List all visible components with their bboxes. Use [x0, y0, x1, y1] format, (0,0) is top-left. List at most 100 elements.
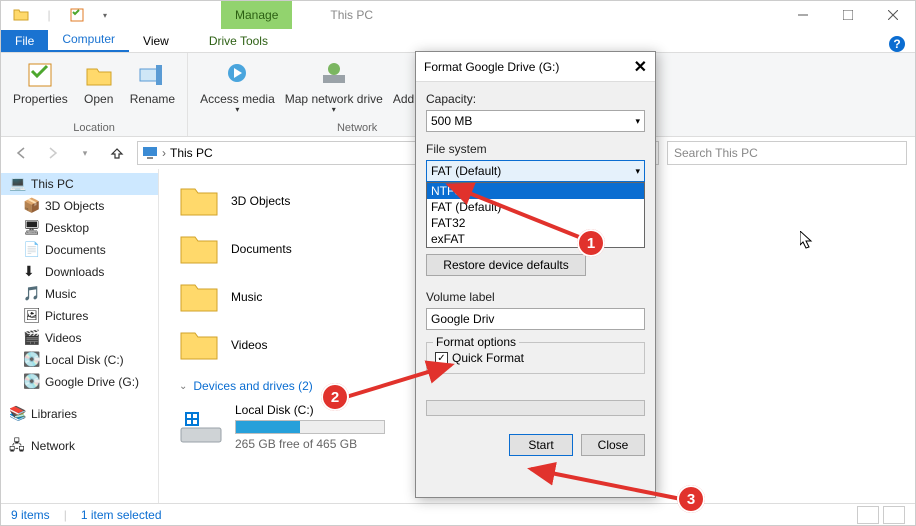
sidebar-item[interactable]: ⬇ Downloads — [1, 261, 158, 283]
close-button-dialog[interactable]: Close — [581, 434, 645, 456]
cursor-icon — [800, 231, 814, 249]
drive-capacity-bar — [235, 420, 385, 434]
annotation-badge-1: 1 — [577, 229, 605, 257]
capacity-label: Capacity: — [426, 92, 645, 106]
sidebar-item-label: Videos — [45, 331, 81, 345]
folder-icon: ⬇ — [23, 264, 39, 280]
sidebar-item[interactable]: 🖥 Desktop — [1, 217, 158, 239]
folder-label: Documents — [231, 242, 292, 256]
filesystem-label: File system — [426, 142, 645, 156]
sidebar-item-label: Libraries — [31, 407, 77, 421]
sidebar-item[interactable]: 💻This PC — [1, 173, 158, 195]
recent-button[interactable]: ▾ — [73, 141, 97, 165]
restore-defaults-button[interactable]: Restore device defaults — [426, 254, 586, 276]
format-options-legend: Format options — [433, 335, 519, 349]
sidebar-item[interactable]: 📦 3D Objects — [1, 195, 158, 217]
ribbon-tabs: File Computer View Drive Tools ? — [1, 29, 915, 53]
folder-icon: 🎵 — [23, 286, 39, 302]
folder-icon: 📦 — [23, 198, 39, 214]
sidebar-item-label: Documents — [45, 243, 106, 257]
filesystem-option[interactable]: FAT32 — [427, 215, 644, 231]
maximize-button[interactable] — [825, 1, 870, 29]
sidebar-item[interactable]: 🎵 Music — [1, 283, 158, 305]
map-network-drive-button[interactable]: Map network drive▾ — [281, 57, 387, 122]
forward-button[interactable] — [41, 141, 65, 165]
sidebar-item-label: Downloads — [45, 265, 104, 279]
folder-icon — [179, 229, 219, 269]
dialog-title: Format Google Drive (G:) — [424, 60, 559, 74]
folder-icon: 📚 — [9, 406, 25, 422]
filesystem-option[interactable]: NTFS — [427, 183, 644, 199]
filesystem-option[interactable]: exFAT — [427, 231, 644, 247]
quick-format-checkbox[interactable]: ✓ Quick Format — [435, 351, 636, 365]
sidebar-item[interactable]: 💽 Local Disk (C:) — [1, 349, 158, 371]
pc-icon — [142, 145, 158, 161]
folder-icon[interactable] — [9, 4, 33, 26]
tab-computer[interactable]: Computer — [48, 28, 129, 52]
folder-icon — [179, 277, 219, 317]
sidebar-item[interactable]: 📄 Documents — [1, 239, 158, 261]
tab-file[interactable]: File — [1, 30, 48, 52]
capacity-select[interactable]: 500 MB▾ — [426, 110, 645, 132]
folder-icon: 🖼 — [23, 308, 39, 324]
dialog-close-button[interactable]: ✕ — [634, 57, 647, 77]
rename-button[interactable]: Rename — [126, 57, 179, 122]
volume-label-input[interactable]: Google Driv — [426, 308, 645, 330]
qat-dropdown-icon[interactable]: ▾ — [93, 4, 117, 26]
ribbon-group-location: Properties Open Rename Location — [1, 53, 188, 136]
annotation-badge-2: 2 — [321, 383, 349, 411]
close-button[interactable] — [870, 1, 915, 29]
annotation-badge-3: 3 — [677, 485, 705, 513]
access-media-button[interactable]: Access media▾ — [196, 57, 279, 122]
folder-icon: 📄 — [23, 242, 39, 258]
folder-icon: 💽 — [23, 352, 39, 368]
filesystem-select[interactable]: FAT (Default)▾ — [426, 160, 645, 182]
open-button[interactable]: Open — [74, 57, 124, 122]
window-title: This PC — [330, 8, 373, 22]
folder-label: Videos — [231, 338, 267, 352]
search-input[interactable]: Search This PC — [667, 141, 907, 165]
contextual-tab-header: Manage — [221, 1, 292, 29]
folder-icon: 🖧 — [9, 438, 25, 454]
quick-access-toolbar: | ▾ — [1, 4, 117, 26]
drive-free-text: 265 GB free of 465 GB — [235, 437, 385, 451]
checkbox-icon: ✓ — [435, 352, 448, 365]
drive-name: Local Disk (C:) — [235, 403, 385, 417]
format-dialog: Format Google Drive (G:) ✕ Capacity: 500… — [415, 51, 656, 498]
sidebar-item-label: Desktop — [45, 221, 89, 235]
filesystem-option[interactable]: FAT (Default) — [427, 199, 644, 215]
tab-drive-tools[interactable]: Drive Tools — [195, 30, 282, 52]
sidebar-item[interactable]: 🖼 Pictures — [1, 305, 158, 327]
sidebar-item[interactable]: 📚 Libraries — [1, 403, 158, 425]
folder-icon: 💽 — [23, 374, 39, 390]
minimize-button[interactable] — [780, 1, 825, 29]
sidebar-item-label: Local Disk (C:) — [45, 353, 124, 367]
sidebar-item[interactable]: 🖧Network — [1, 435, 158, 457]
folder-label: 3D Objects — [231, 194, 290, 208]
qat-separator: | — [37, 4, 61, 26]
back-button[interactable] — [9, 141, 33, 165]
folder-icon: 🖥 — [23, 220, 39, 236]
tab-view[interactable]: View — [129, 30, 183, 52]
properties-button[interactable]: Properties — [9, 57, 72, 122]
icons-view-button[interactable] — [883, 506, 905, 524]
sidebar-item-label: Google Drive (G:) — [45, 375, 139, 389]
breadcrumb-segment[interactable]: This PC — [170, 146, 213, 160]
start-button[interactable]: Start — [509, 434, 573, 456]
folder-icon — [179, 181, 219, 221]
folder-label: Music — [231, 290, 262, 304]
sidebar-item[interactable]: 🎬Videos — [1, 327, 158, 349]
sidebar-item-label: 3D Objects — [45, 199, 104, 213]
format-progress-bar — [426, 400, 645, 416]
sidebar-item[interactable]: 💽 Google Drive (G:) — [1, 371, 158, 393]
status-selected-count: 1 item selected — [81, 508, 162, 522]
details-view-button[interactable] — [857, 506, 879, 524]
status-item-count: 9 items — [11, 508, 50, 522]
sidebar-item-label: Music — [45, 287, 76, 301]
sidebar-item-label: Pictures — [45, 309, 88, 323]
drive-icon — [179, 406, 223, 449]
help-icon[interactable]: ? — [889, 36, 905, 52]
up-button[interactable] — [105, 141, 129, 165]
window-titlebar: | ▾ Manage This PC — [1, 1, 915, 29]
properties-icon[interactable] — [65, 4, 89, 26]
